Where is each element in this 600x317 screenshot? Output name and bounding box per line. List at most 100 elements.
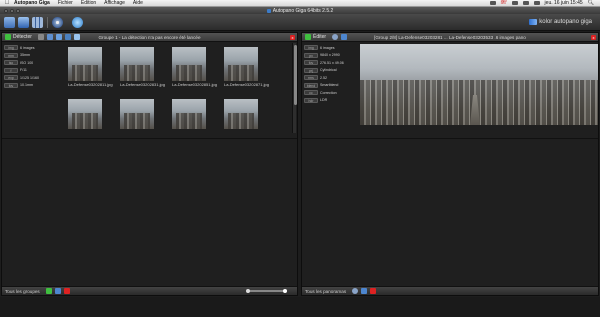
info-row: iso ISO 100 [4,59,62,67]
pano-info-list: img 6 images px 9840 x 2990 fov 276.51 x 49… [304,44,362,104]
remove-groups-icon[interactable] [63,288,70,294]
info-row: img 6 images [4,44,62,52]
merge-group-icon[interactable] [55,34,62,40]
info-key: fov [4,82,18,88]
info-key: prj [304,67,318,73]
main-toolbar: kolor autopano giga [0,14,600,31]
info-value: 6 images [20,45,35,50]
star-settings-icon[interactable] [73,34,80,40]
image-thumbnail[interactable] [120,99,154,129]
detect-button[interactable]: Détecter [13,34,32,40]
apple-menu-icon[interactable]:  [0,0,14,6]
info-key: img [4,45,18,51]
add-group-icon[interactable] [46,34,53,40]
edit-pano-icon[interactable] [305,34,311,40]
info-key: mm [4,52,18,58]
memory-indicator: MEM CPU [500,0,507,6]
info-value: 10.1mm [20,83,33,88]
panoramas-panel: Éditer [Group 2/8] La-Defense03203281 ..… [301,32,599,296]
group-list-icon[interactable] [54,288,61,294]
info-key: f [4,67,18,73]
all-groups-label: Tous les groupes [5,288,40,294]
detect-play-icon[interactable] [5,34,11,40]
remove-panoramas-icon[interactable] [370,288,377,294]
spotlight-icon[interactable]: 🔍︎ [588,0,594,6]
info-key: img [304,45,318,51]
image-thumbnail[interactable] [68,99,102,129]
all-panoramas-label: Tous les panoramas [305,288,347,294]
toolbar-separator [47,17,48,28]
info-row: cc Correction [304,89,362,97]
battery-icon[interactable] [533,1,540,5]
thumbnail-caption: La-Defense03202851.jpg [172,82,217,87]
close-group-icon[interactable]: x [290,35,295,40]
settings-gear-icon[interactable] [52,17,63,28]
tray-icon[interactable] [489,1,496,5]
info-row: px 9840 x 2990 [304,52,362,60]
groups-panel-footer: Tous les groupes [2,286,297,295]
volume-icon[interactable] [522,1,529,5]
pano-settings-gear-icon[interactable] [332,34,339,40]
minimize-window-icon[interactable] [10,8,14,13]
split-group-icon[interactable] [64,34,71,40]
menu-affichage[interactable]: Affichage [104,0,125,6]
menu-app[interactable]: Autopano Giga [14,0,50,6]
help-icon[interactable] [72,17,83,28]
thumbnail-size-slider[interactable] [246,288,287,293]
wifi-icon[interactable] [511,1,518,5]
scrollbar-knob[interactable] [293,45,297,105]
info-value: 276.51 x 49.06 [320,60,344,65]
image-thumbnail[interactable]: La-Defense03202871.jpg [224,47,269,87]
cpu-label: CPU [500,2,506,5]
image-thumbnail[interactable]: La-Defense03202811.jpg [68,47,113,87]
menu-aide[interactable]: Aide [133,0,143,6]
brand-text: kolor autopano giga [539,19,592,25]
slider-min-icon [246,288,250,293]
info-row: f F/11 [4,67,62,75]
menubar-tray: MEM CPU jeu. 16 juin 15:45 🔍︎ [489,0,600,6]
kolor-brand: kolor autopano giga [529,19,592,25]
menu-fichier[interactable]: Fichier [58,0,73,6]
info-value: 1/125 1/160 [20,75,39,80]
menu-edition[interactable]: Edition [81,0,96,6]
open-folder-button[interactable] [18,17,29,28]
window-bottom-bar [0,297,600,317]
info-row: exp 1/125 1/160 [4,74,62,82]
detect-all-icon[interactable] [45,288,52,294]
thumbnail-image [120,47,154,81]
groups-panel: Détecter Groupe 1 - La détection n'a pas… [1,32,298,296]
groups-panel-body: img 6 images mm 35mm iso ISO 100 f F/11 exp 1… [2,42,297,287]
info-key: iso [4,60,18,66]
image-thumbnail[interactable] [172,99,206,129]
image-thumbnail[interactable]: La-Defense03202831.jpg [120,47,165,87]
thumbnail-scrollbar[interactable] [292,43,297,133]
info-row: fov 10.1mm [4,82,62,90]
info-key: cc [304,90,318,96]
thumbnail-image [224,47,258,81]
image-thumbnail[interactable]: La-Defense03202851.jpg [172,47,217,87]
render-pano-icon[interactable] [341,34,348,40]
thumbnail-caption: La-Defense03202811.jpg [68,82,113,87]
panel-divider [302,138,598,139]
panorama-preview[interactable] [360,44,598,125]
app-icon [266,8,271,13]
tools-icon[interactable] [37,34,44,40]
batch-grid-button[interactable] [32,17,43,28]
render-all-icon[interactable] [361,288,368,294]
image-thumbnail[interactable] [224,99,258,129]
panel-divider [2,138,297,139]
zoom-window-icon[interactable] [16,8,20,13]
info-row: img 6 images [304,44,362,52]
kolor-logo-icon [529,19,538,25]
close-pano-icon[interactable]: x [591,35,596,40]
close-window-icon[interactable] [4,8,8,13]
thumbnail-image [68,47,102,81]
all-pano-settings-icon[interactable] [352,288,359,294]
slider-knob[interactable] [283,289,287,293]
info-value: ISO 100 [20,60,34,65]
open-images-button[interactable] [4,17,15,28]
edit-button[interactable]: Éditer [313,34,326,40]
thumbnail-image [172,47,206,81]
clock[interactable]: jeu. 16 juin 15:45 [545,0,583,6]
thumbnail-image [68,99,102,129]
